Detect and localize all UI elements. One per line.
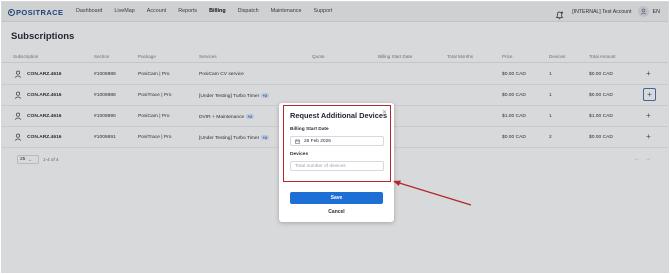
cancel-button[interactable]: Cancel bbox=[290, 207, 383, 218]
app-window: POSITRACE Dashboard LiveMap Account Repo… bbox=[1, 1, 669, 273]
save-button[interactable]: Save bbox=[290, 192, 383, 204]
annotation-highlight-box bbox=[283, 105, 391, 182]
